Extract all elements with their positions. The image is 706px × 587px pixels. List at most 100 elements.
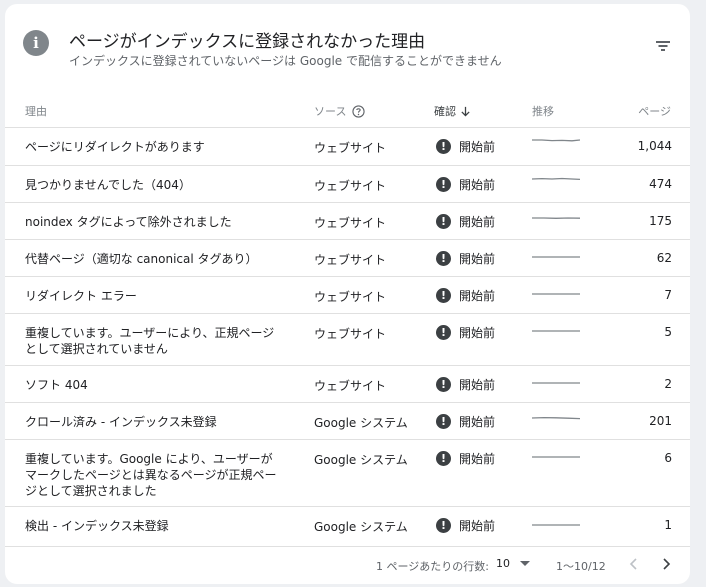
row-validation-label: 開始前 <box>459 289 496 303</box>
row-validation-label: 開始前 <box>459 215 496 229</box>
table-row[interactable]: 重複しています。ユーザーにより、正規ページとして選択されていません ウェブサイト… <box>5 314 690 366</box>
row-source: ウェブサイト <box>314 216 387 230</box>
trend-sparkline <box>532 256 580 258</box>
row-validation-label: 開始前 <box>459 326 496 340</box>
alert-icon: ! <box>436 377 451 392</box>
row-pages: 1,044 <box>637 139 672 153</box>
row-validation-label: 開始前 <box>459 452 496 466</box>
row-validation-label: 開始前 <box>459 140 496 154</box>
column-header-trend[interactable]: 推移 <box>532 103 554 119</box>
alert-icon: ! <box>436 325 451 340</box>
table-row[interactable]: クロール済み - インデックス未登録 Google システム ! 開始前 201 <box>5 403 690 440</box>
row-reason: 見つかりませんでした（404） <box>25 178 191 192</box>
row-reason: noindex タグによって除外されました <box>25 215 232 229</box>
trend-sparkline <box>532 139 580 142</box>
alert-icon: ! <box>436 177 451 192</box>
trend-sparkline <box>532 330 580 332</box>
row-reason: 重複しています。Google により、ユーザーがマークしたページとは異なるページ… <box>25 452 277 498</box>
row-source: ウェブサイト <box>314 141 387 155</box>
pagination-range: 1〜10/12 <box>556 560 606 573</box>
row-source: ウェブサイト <box>314 379 387 393</box>
table-row[interactable]: 重複しています。Google により、ユーザーがマークしたページとは異なるページ… <box>5 440 690 507</box>
row-validation: ! 開始前 <box>436 138 495 155</box>
row-pages: 62 <box>656 251 672 265</box>
row-source: ウェブサイト <box>314 253 387 267</box>
report-card: i ページがインデックスに登録されなかった理由 インデックスに登録されていないペ… <box>5 4 690 584</box>
rows-per-page-label: 1 ページあたりの行数: <box>376 560 489 573</box>
table-header: 理由 ソース 確認 推移 ページ <box>5 92 690 128</box>
info-icon: i <box>23 30 49 56</box>
row-source: ウェブサイト <box>314 327 387 341</box>
chevron-down-icon <box>520 561 530 566</box>
card-title: ページがインデックスに登録されなかった理由 <box>69 32 426 52</box>
alert-icon: ! <box>436 251 451 266</box>
column-header-reason[interactable]: 理由 <box>25 103 47 119</box>
row-reason: 検出 - インデックス未登録 <box>25 519 169 533</box>
alert-icon: ! <box>436 139 451 154</box>
trend-sparkline <box>532 524 580 526</box>
alert-icon: ! <box>436 214 451 229</box>
trend-sparkline <box>532 177 580 181</box>
row-pages: 474 <box>649 177 672 191</box>
trend-sparkline <box>532 416 580 420</box>
row-pages: 201 <box>649 414 672 428</box>
column-header-validation-label: 確認 <box>434 105 456 118</box>
table-row[interactable]: リダイレクト エラー ウェブサイト ! 開始前 7 <box>5 277 690 314</box>
arrow-down-icon <box>461 106 470 117</box>
row-validation: ! 開始前 <box>436 450 495 467</box>
row-source: Google システム <box>314 453 408 467</box>
row-reason: クロール済み - インデックス未登録 <box>25 415 217 429</box>
row-validation-label: 開始前 <box>459 252 496 266</box>
chevron-left-icon[interactable] <box>626 556 642 572</box>
table-row[interactable]: 見つかりませんでした（404） ウェブサイト ! 開始前 474 <box>5 166 690 203</box>
row-source: ウェブサイト <box>314 179 387 193</box>
alert-icon: ! <box>436 518 451 533</box>
row-pages: 1 <box>664 518 672 532</box>
row-validation: ! 開始前 <box>436 250 495 267</box>
card-header: i ページがインデックスに登録されなかった理由 インデックスに登録されていないペ… <box>5 4 690 94</box>
row-validation-label: 開始前 <box>459 178 496 192</box>
row-pages: 175 <box>649 214 672 228</box>
row-pages: 6 <box>664 451 672 465</box>
row-validation-label: 開始前 <box>459 378 496 392</box>
row-validation: ! 開始前 <box>436 376 495 393</box>
row-validation: ! 開始前 <box>436 413 495 430</box>
row-validation: ! 開始前 <box>436 324 495 341</box>
rows-per-page-value: 10 <box>496 557 510 570</box>
table-row[interactable]: 検出 - インデックス未登録 Google システム ! 開始前 1 <box>5 507 690 547</box>
table-row[interactable]: noindex タグによって除外されました ウェブサイト ! 開始前 175 <box>5 203 690 240</box>
row-validation-label: 開始前 <box>459 415 496 429</box>
column-header-source[interactable]: ソース <box>314 103 366 119</box>
row-reason: 重複しています。ユーザーにより、正規ページとして選択されていません <box>25 326 275 356</box>
row-validation: ! 開始前 <box>436 213 495 230</box>
row-pages: 5 <box>664 325 672 339</box>
trend-sparkline <box>532 456 580 458</box>
chevron-right-icon[interactable] <box>658 556 674 572</box>
row-reason: 代替ページ（適切な canonical タグあり） <box>25 252 258 266</box>
row-source: ウェブサイト <box>314 290 387 304</box>
row-validation-label: 開始前 <box>459 519 496 533</box>
table-row[interactable]: ソフト 404 ウェブサイト ! 開始前 2 <box>5 366 690 403</box>
column-header-source-label: ソース <box>314 105 347 118</box>
help-icon[interactable] <box>352 104 366 118</box>
trend-sparkline <box>532 217 580 219</box>
row-source: Google システム <box>314 520 408 534</box>
row-reason: リダイレクト エラー <box>25 289 137 303</box>
row-reason: ソフト 404 <box>25 378 88 392</box>
row-validation: ! 開始前 <box>436 517 495 534</box>
row-validation: ! 開始前 <box>436 287 495 304</box>
column-header-pages[interactable]: ページ <box>638 103 671 119</box>
alert-icon: ! <box>436 414 451 429</box>
card-subtitle: インデックスに登録されていないページは Google で配信することができません <box>69 54 502 68</box>
column-header-validation[interactable]: 確認 <box>434 103 471 119</box>
filter-icon[interactable] <box>653 36 673 56</box>
row-reason: ページにリダイレクトがあります <box>25 140 205 154</box>
row-pages: 2 <box>664 377 672 391</box>
rows-per-page-select[interactable]: 10 <box>496 557 530 570</box>
trend-sparkline <box>532 382 580 384</box>
table-row[interactable]: 代替ページ（適切な canonical タグあり） ウェブサイト ! 開始前 62 <box>5 240 690 277</box>
table-row[interactable]: ページにリダイレクトがあります ウェブサイト ! 開始前 1,044 <box>5 128 690 166</box>
pagination-footer: 1 ページあたりの行数: 10 1〜10/12 <box>5 550 690 584</box>
row-validation: ! 開始前 <box>436 176 495 193</box>
row-pages: 7 <box>664 288 672 302</box>
